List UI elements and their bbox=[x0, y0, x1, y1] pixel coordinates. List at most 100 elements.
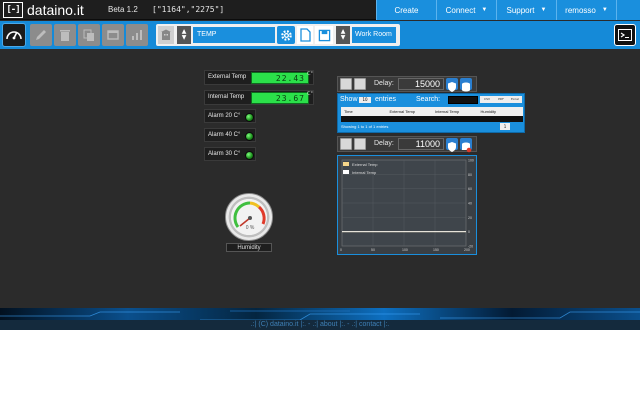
database-delete-button[interactable] bbox=[460, 138, 472, 153]
legend-item[interactable]: External Temp bbox=[343, 160, 378, 168]
x-tick-label: 0 bbox=[340, 248, 342, 252]
column-header-humidity[interactable]: Humidity bbox=[478, 107, 524, 116]
humidity-value: 0 % bbox=[245, 225, 255, 231]
csv-button[interactable]: CSV bbox=[480, 96, 494, 103]
table-delay-input[interactable]: 15000 bbox=[398, 78, 444, 90]
gear-icon bbox=[280, 29, 292, 41]
column-header-external-temp[interactable]: External Temp bbox=[387, 107, 433, 116]
project-controls: ▲ ▼ TEMP ▲ ▼ Work Room bbox=[156, 24, 400, 46]
table-view-button[interactable] bbox=[340, 78, 352, 90]
show-label: Show bbox=[340, 96, 358, 103]
project-select[interactable]: TEMP bbox=[193, 27, 275, 43]
x-tick-label: 50 bbox=[371, 248, 375, 252]
create-label: Create bbox=[394, 5, 419, 15]
floppy-disk-icon bbox=[318, 29, 330, 41]
y-tick-label: 20 bbox=[468, 216, 472, 220]
chart-edit-button[interactable] bbox=[354, 138, 366, 150]
entries-label: entries bbox=[375, 96, 397, 103]
project-select-arrows[interactable]: ▲ ▼ bbox=[177, 26, 191, 44]
workroom-select[interactable]: Work Room bbox=[352, 27, 396, 43]
support-label: Support bbox=[506, 5, 535, 15]
alarm-label: Alarm 40 C° bbox=[208, 132, 241, 138]
excel-button[interactable]: Excel bbox=[508, 96, 522, 103]
support-menu[interactable]: Support ▼ bbox=[496, 0, 556, 20]
table-panel-header: Delay: 15000 bbox=[337, 76, 477, 92]
alarm-30-widget[interactable]: Alarm 30 C° bbox=[204, 147, 256, 161]
dashboard-button[interactable] bbox=[2, 23, 26, 47]
footer[interactable]: .:| (C) dataino.it |:. - .:| about |:. -… bbox=[0, 320, 640, 330]
caret-down-icon: ▼ bbox=[181, 34, 187, 41]
user-menu[interactable]: remosso ▼ bbox=[556, 0, 616, 20]
database-button[interactable] bbox=[460, 78, 472, 92]
logo-mark: [-] bbox=[3, 2, 23, 18]
external-temp-label: External Temp bbox=[208, 74, 247, 80]
humidity-widget[interactable]: 0 % Humidity bbox=[224, 193, 274, 253]
terminal-button[interactable] bbox=[614, 24, 636, 46]
external-temp-widget[interactable]: External Temp 22.43 C° bbox=[204, 70, 314, 85]
shield-icon bbox=[448, 82, 456, 92]
alarm-40-widget[interactable]: Alarm 40 C° bbox=[204, 128, 256, 142]
x-tick-label: 200 bbox=[464, 248, 470, 252]
column-header-internal-temp[interactable]: Internal Temp bbox=[432, 107, 478, 116]
chart-delay-input[interactable]: 11000 bbox=[398, 138, 444, 150]
led-indicator-icon bbox=[245, 132, 254, 141]
top-navbar: [-] dataino.it Beta 1.2 ["1164","2275"] … bbox=[0, 0, 640, 20]
data-table-widget: Show 10 entries Search: CSV PDF Excel Ti… bbox=[337, 93, 525, 133]
user-label: remosso bbox=[565, 5, 596, 15]
alarm-label: Alarm 30 C° bbox=[208, 151, 241, 157]
copy-icon bbox=[83, 29, 94, 41]
window-button[interactable] bbox=[102, 24, 124, 46]
sensor-panel: External Temp 22.43 C° Internal Temp 23.… bbox=[204, 70, 314, 162]
table-info: Showing 1 to 1 of 1 entries bbox=[341, 124, 389, 129]
speedometer-icon bbox=[6, 31, 22, 40]
page-button[interactable]: 1 bbox=[500, 123, 510, 130]
database-icon bbox=[462, 82, 470, 92]
delete-button[interactable] bbox=[54, 24, 76, 46]
internal-temp-widget[interactable]: Internal Temp 23.67 C° bbox=[204, 90, 314, 105]
create-button[interactable]: Create bbox=[376, 0, 436, 20]
external-temp-display: 22.43 bbox=[251, 72, 309, 84]
column-header-time[interactable]: Time bbox=[341, 107, 387, 116]
legend-label: External Temp bbox=[352, 161, 378, 167]
new-file-button[interactable] bbox=[297, 26, 313, 44]
delay-label: Delay: bbox=[374, 80, 394, 87]
delay-label: Delay: bbox=[374, 140, 394, 147]
logo[interactable]: [-] dataino.it bbox=[3, 2, 84, 18]
edit-button[interactable] bbox=[30, 24, 52, 46]
legend-swatch bbox=[343, 170, 349, 174]
external-temp-unit: C° bbox=[307, 71, 313, 77]
chart-button[interactable] bbox=[126, 24, 148, 46]
internal-temp-unit: C° bbox=[307, 91, 313, 97]
pdf-button[interactable]: PDF bbox=[494, 96, 508, 103]
database-delete-icon bbox=[462, 142, 472, 153]
legend-item[interactable]: Internal Temp bbox=[343, 168, 378, 176]
led-indicator-icon bbox=[245, 151, 254, 160]
toolbar: ▲ ▼ TEMP ▲ ▼ Work Room bbox=[0, 21, 640, 49]
search-label: Search: bbox=[416, 96, 441, 103]
copy-button[interactable] bbox=[78, 24, 100, 46]
save-button[interactable] bbox=[315, 26, 333, 44]
line-chart-widget: 100 80 60 40 20 0 -20 0 50 100 150 200 External Tem… bbox=[337, 155, 477, 255]
shield-button[interactable] bbox=[446, 78, 458, 92]
humidity-label: Humidity bbox=[226, 243, 272, 252]
page-length-select[interactable]: 10 bbox=[359, 97, 371, 103]
x-tick-label: 100 bbox=[402, 248, 408, 252]
gauge-icon bbox=[233, 201, 266, 228]
settings-button[interactable] bbox=[277, 26, 295, 44]
version-label: Beta 1.2 bbox=[108, 5, 138, 14]
room-select-arrows[interactable]: ▲ ▼ bbox=[336, 26, 350, 44]
window-icon bbox=[107, 30, 119, 40]
alarm-20-widget[interactable]: Alarm 20 C° bbox=[204, 109, 256, 123]
table-edit-button[interactable] bbox=[354, 78, 366, 90]
building-button[interactable] bbox=[158, 26, 174, 44]
connect-label: Connect bbox=[445, 5, 476, 15]
connect-menu[interactable]: Connect ▼ bbox=[436, 0, 496, 20]
table-row bbox=[341, 116, 523, 122]
chart-view-button[interactable] bbox=[340, 138, 352, 150]
shield-icon bbox=[448, 142, 456, 152]
bar-chart-icon bbox=[132, 30, 142, 40]
search-input[interactable] bbox=[448, 96, 478, 104]
coords-label: ["1164","2275"] bbox=[152, 5, 225, 14]
logo-text: dataino.it bbox=[27, 2, 84, 18]
shield-button[interactable] bbox=[446, 138, 458, 152]
